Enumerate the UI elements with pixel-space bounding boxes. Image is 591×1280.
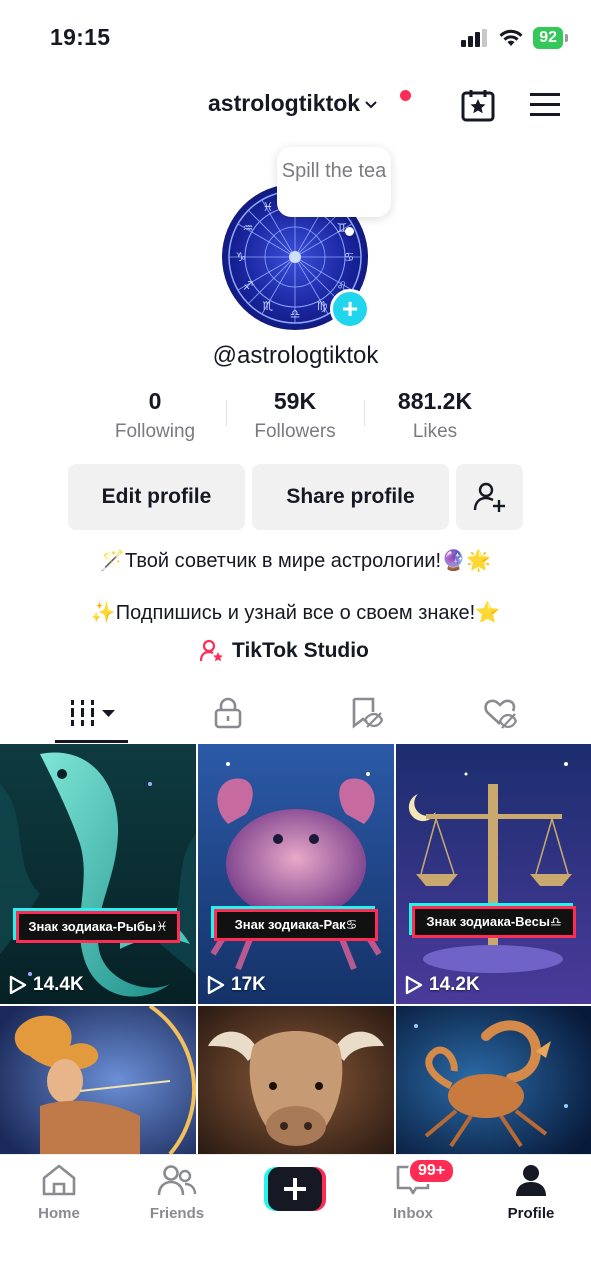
play-icon [207,975,225,995]
svg-text:♍: ♍ [317,299,328,313]
profile-header: astrologtiktok [0,80,591,130]
active-tab-indicator [55,740,128,743]
stat-followers[interactable]: 59K Followers [220,388,370,443]
taurus-bull-image [198,1006,394,1154]
tiktok-studio-label: TikTok Studio [232,639,369,662]
nav-home[interactable]: Home [19,1163,99,1222]
lock-icon [214,697,242,729]
creator-person-icon [200,639,223,662]
status-bar: 19:15 92 [0,0,591,76]
video-thumbnail-sagittarius[interactable] [0,1006,196,1154]
calendar-star-icon[interactable] [461,88,495,122]
nav-profile[interactable]: Profile [491,1163,571,1222]
play-icon [405,975,423,995]
nav-inbox-label: Inbox [393,1205,433,1222]
video-thumbnail-libra[interactable]: Знак зодиака-Весы♎ 14.2K [396,744,591,1004]
wifi-icon [499,29,523,46]
svg-text:♐: ♐ [243,279,254,293]
svg-text:♏: ♏ [263,299,274,313]
tab-liked[interactable] [483,696,518,735]
content-tabs [0,690,591,744]
account-switcher[interactable]: astrologtiktok [208,90,377,117]
tab-private[interactable] [212,696,244,735]
view-count: 14.4K [9,974,84,996]
svg-text:♑: ♑ [236,250,247,264]
note-bubble-tail [345,227,354,236]
video-caption-label: Знак зодиака-Рак♋ [214,909,378,941]
stat-label: Likes [412,421,458,442]
video-thumbnail-scorpio[interactable] [396,1006,591,1154]
bottom-navigation: Home Friends Inbox 99+ Profile [0,1154,591,1280]
scorpio-scorpion-image [396,1006,591,1154]
video-thumbnail-cancer[interactable]: Знак зодиака-Рак♋ 17K [198,744,394,1004]
nav-profile-label: Profile [507,1205,555,1222]
view-count: 17K [207,974,266,996]
view-count-value: 14.2K [429,974,480,995]
friends-icon [157,1165,197,1196]
pisces-fish-image [0,744,196,1004]
view-count-value: 17K [231,974,266,995]
cancer-crab-image [198,744,394,1004]
cellular-signal-icon [461,29,488,47]
note-bubble[interactable]: Spill the tea [277,147,391,217]
bio-line: 🪄Твой советчик в мире астрологии!🔮🌟 [100,550,491,572]
add-friend-button[interactable] [456,464,523,530]
stat-label: Following [114,421,196,442]
bio-line: ✨Подпишись и узнай все о своем знаке!⭐ [90,602,501,624]
svg-text:♋: ♋ [344,250,355,264]
svg-text:♓: ♓ [263,200,274,214]
create-video-button[interactable] [264,1167,326,1211]
svg-text:♎: ♎ [290,307,301,321]
nav-home-label: Home [38,1205,80,1222]
share-profile-button[interactable]: Share profile [252,464,449,530]
stat-label: Followers [254,421,336,442]
chevron-down-icon [365,100,377,108]
profile-icon [516,1165,546,1196]
status-icons: 92 [461,27,568,49]
edit-profile-button[interactable]: Edit profile [68,464,245,530]
status-time: 19:15 [50,24,111,50]
tiktok-studio-link[interactable]: TikTok Studio [200,639,369,663]
video-thumbnail-pisces[interactable]: Знак зодиака-Рыбы♓ 14.4K [0,744,196,1004]
stat-likes[interactable]: 881.2K Likes [360,388,510,443]
stats-divider [364,400,365,426]
view-count: 14.2K [405,974,480,996]
libra-scales-image [396,744,591,1004]
stats-divider [226,400,227,426]
stat-value: 881.2K [397,388,473,414]
inbox-badge: 99+ [408,1158,456,1184]
sagittarius-archer-image [0,1006,196,1154]
header-username: astrologtiktok [208,90,361,116]
menu-icon[interactable] [530,93,560,117]
add-avatar-button[interactable]: + [330,289,370,329]
view-count-value: 14.4K [33,974,84,995]
plus-icon [264,1167,326,1211]
bookmark-hidden-icon [352,697,384,729]
heart-hidden-icon [484,699,518,729]
battery-indicator: 92 [533,27,568,49]
video-caption-label: Знак зодиака-Весы♎ [412,906,576,938]
profile-stats: 0 Following 59K Followers 881.2K Likes [0,388,591,448]
svg-text:♒: ♒ [243,221,254,235]
play-icon [9,975,27,995]
stat-value: 59K [273,388,317,414]
video-grid: Знак зодиака-Рыбы♓ 14.4K Знак зодиака-Ра… [0,744,591,1154]
tab-videos[interactable] [68,696,120,735]
video-thumbnail-taurus[interactable] [198,1006,394,1154]
tab-saved[interactable] [349,696,384,735]
profile-handle: @astrologtiktok [212,342,379,369]
nav-friends[interactable]: Friends [137,1163,217,1222]
video-caption-label: Знак зодиака-Рыбы♓ [16,911,180,943]
notification-dot [400,90,411,101]
add-user-icon [473,482,505,512]
nav-friends-label: Friends [149,1205,205,1222]
grid-videos-icon [68,700,115,726]
home-icon [42,1164,76,1196]
stat-value: 0 [148,388,162,414]
stat-following[interactable]: 0 Following [80,388,230,443]
note-bubble-text: Spill the tea [281,160,387,182]
